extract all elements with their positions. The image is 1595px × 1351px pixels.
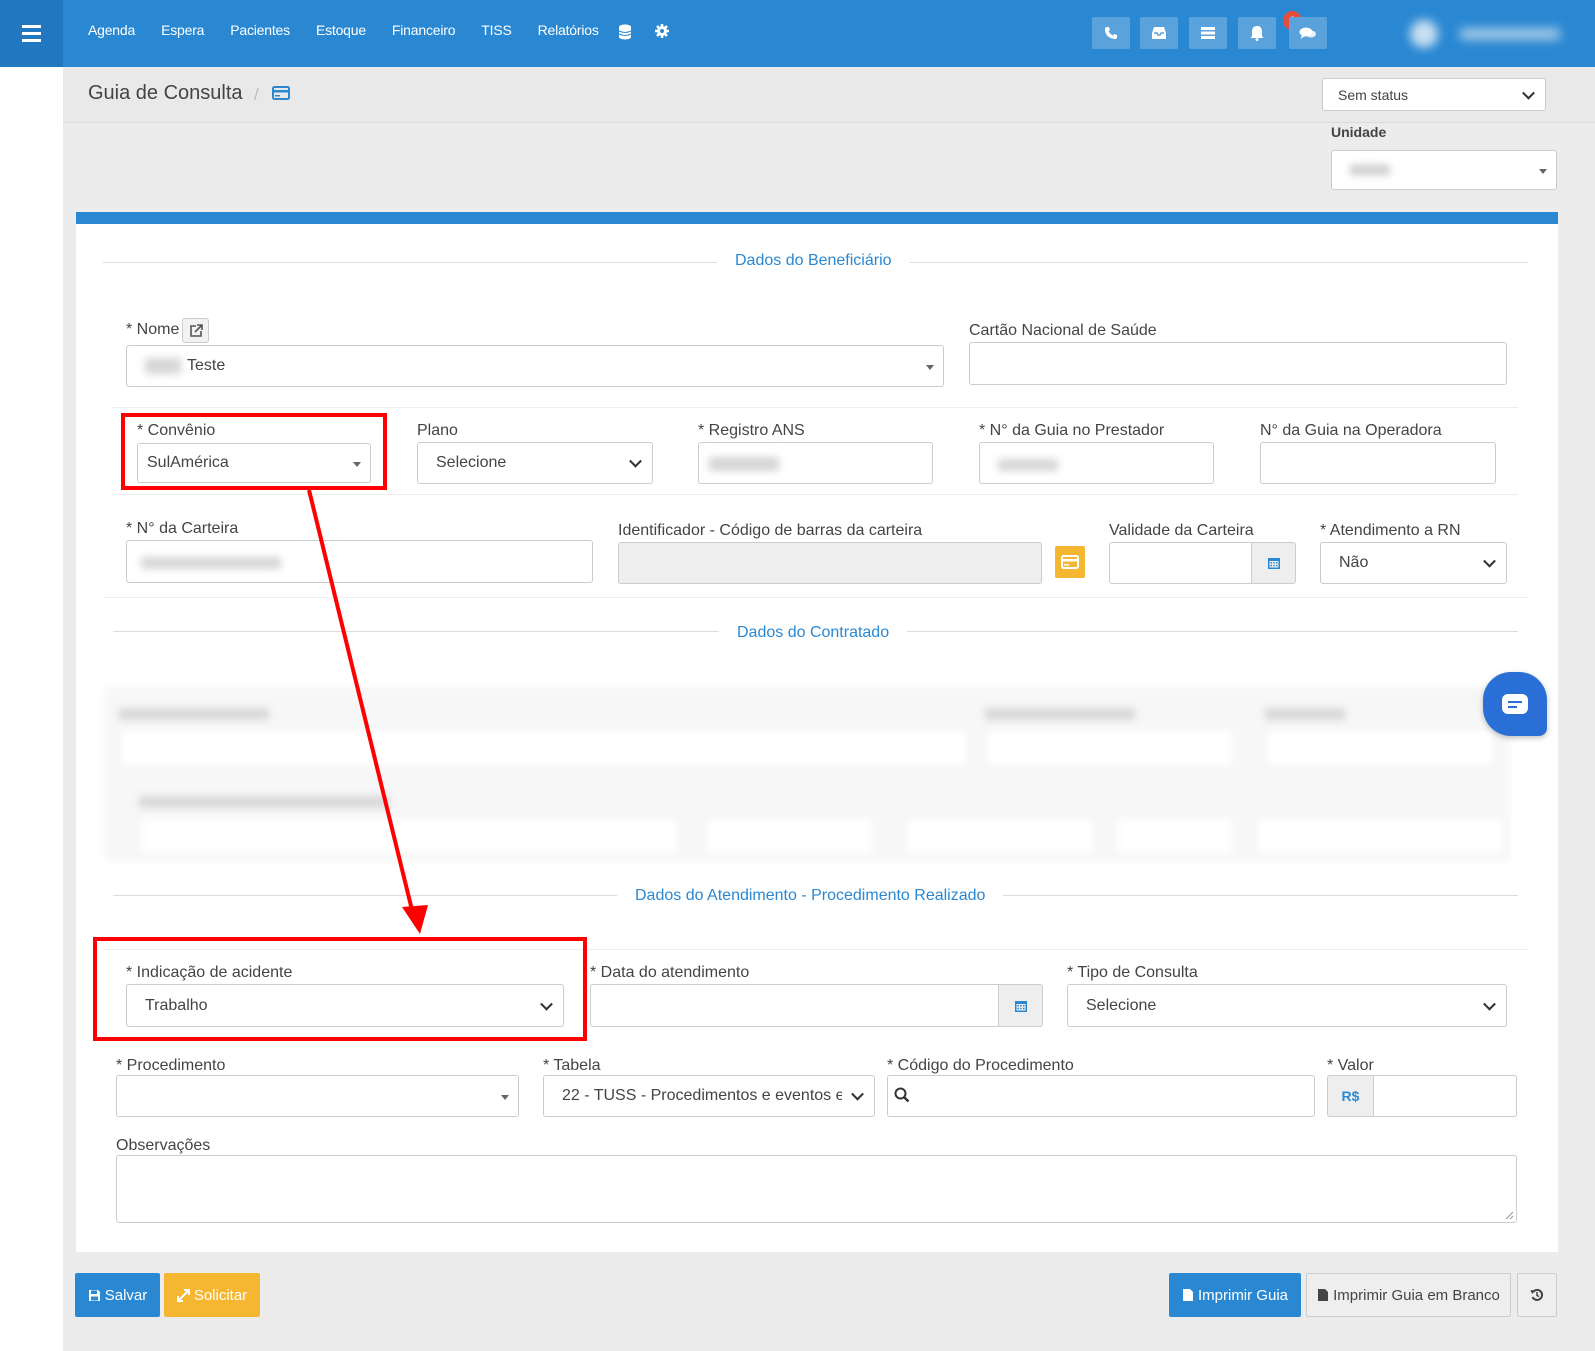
history-icon [1530,1288,1544,1301]
file-icon [1318,1289,1329,1301]
file-icon [1182,1289,1193,1301]
imprimir-guia-button[interactable]: Imprimir Guia [1169,1273,1301,1317]
imprimir-branco-button[interactable]: Imprimir Guia em Branco [1306,1273,1511,1317]
history-button[interactable] [1517,1273,1557,1317]
solicitar-button[interactable]: Solicitar [164,1273,260,1317]
salvar-button[interactable]: Salvar [75,1273,160,1317]
save-icon [88,1289,100,1301]
expand-icon [176,1288,190,1302]
annotation-arrow [307,489,428,934]
